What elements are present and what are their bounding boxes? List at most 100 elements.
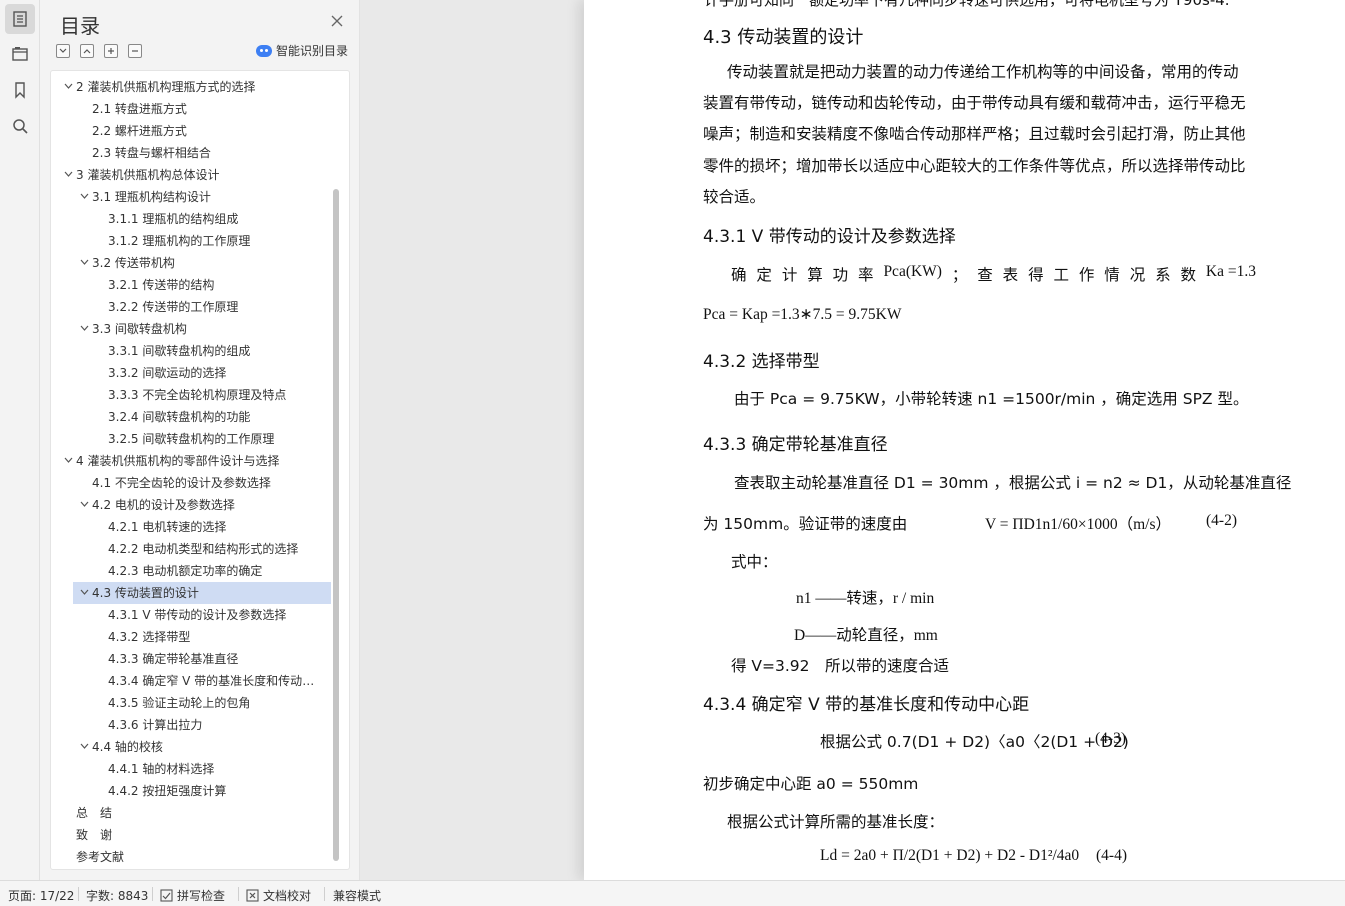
- toc-item-label: 4.3.5 验证主动轮上的包角: [108, 696, 251, 710]
- toc-item-label: 4.3.2 选择带型: [108, 630, 191, 644]
- heading-4-3-2: 4.3.2 选择带型: [703, 352, 820, 372]
- chevron-up-icon: [83, 49, 91, 54]
- toc-item[interactable]: 3.2.4 间歇转盘机构的功能: [51, 406, 331, 428]
- toc-item[interactable]: 3.3.3 不完全齿轮机构原理及特点: [51, 384, 331, 406]
- toc-item-label: 2.3 转盘与螺杆相结合: [92, 146, 211, 160]
- calc-token: Pca(KW): [883, 263, 942, 280]
- proofread-button[interactable]: 文档校对: [246, 887, 311, 904]
- chevron-down-icon[interactable]: [80, 259, 89, 266]
- divider: [78, 887, 79, 901]
- formula-number: (4-2): [1206, 512, 1237, 529]
- spell-check-label: 拼写检查: [177, 889, 226, 903]
- toc-item[interactable]: 3.2 传送带机构: [51, 252, 331, 274]
- calc-token: 查: [977, 266, 993, 284]
- toc-item[interactable]: 3.1 理瓶机构结构设计: [51, 186, 331, 208]
- chevron-down-icon[interactable]: [64, 171, 73, 178]
- toc-item[interactable]: 4.4.2 按扭矩强度计算: [51, 780, 331, 802]
- toc-item[interactable]: 3.3.1 间歇转盘机构的组成: [51, 340, 331, 362]
- add-level-button[interactable]: [104, 44, 118, 58]
- calc-token: 作: [1078, 266, 1095, 284]
- toc-item-label: 4.4.2 按扭矩强度计算: [108, 784, 227, 798]
- toc-item[interactable]: 3.2.5 间歇转盘机构的工作原理: [51, 428, 331, 450]
- chevron-down-icon[interactable]: [80, 589, 89, 596]
- chevron-down-icon[interactable]: [80, 193, 89, 200]
- toc-item[interactable]: 2.2 螺杆进瓶方式: [51, 120, 331, 142]
- expand-up-button[interactable]: [80, 44, 94, 58]
- toc-item[interactable]: 4.3.3 确定带轮基准直径: [51, 648, 331, 670]
- toc-item-label: 4.3.6 计算出拉力: [108, 718, 203, 732]
- toc-item[interactable]: 2.1 转盘进瓶方式: [51, 98, 331, 120]
- page-counter[interactable]: 页面: 17/22: [8, 887, 74, 904]
- plus-icon: [108, 48, 114, 54]
- heading-4-3-1: 4.3.1 V 带传动的设计及参数选择: [703, 227, 956, 247]
- minus-icon: [132, 50, 138, 52]
- toc-item-label: 3.1 理瓶机构结构设计: [92, 190, 211, 204]
- toc-item[interactable]: 4.3.2 选择带型: [51, 626, 331, 648]
- calc-token: 确: [731, 266, 747, 284]
- toc-item[interactable]: 2 灌装机供瓶机构理瓶方式的选择: [51, 76, 331, 98]
- formula-number: (4-3): [1095, 730, 1126, 747]
- toc-item[interactable]: 4.3.5 验证主动轮上的包角: [51, 692, 331, 714]
- toc-list: 2 灌装机供瓶机构理瓶方式的选择 2.1 转盘进瓶方式 2.2 螺杆进瓶方式 2.3 …: [50, 70, 350, 870]
- toc-item[interactable]: 4.2.1 电机转速的选择: [51, 516, 331, 538]
- toc-item-label: 2.1 转盘进瓶方式: [92, 102, 187, 116]
- toc-item[interactable]: 4.2.2 电动机类型和结构形式的选择: [51, 538, 331, 560]
- spell-check-button[interactable]: 拼写检查: [160, 887, 225, 904]
- cut-off-line: 计手册可知同一额定功率下有几种同步转速可供选用，可将电机型号为 Y90s-4.: [704, 0, 1230, 9]
- toc-item[interactable]: 4.2 电机的设计及参数选择: [51, 494, 331, 516]
- chevron-down-icon[interactable]: [64, 83, 73, 90]
- collapse-all-button[interactable]: [56, 44, 70, 58]
- formula-4-3: 根据公式 0.7(D1 + D2)〈a0〈2(D1 + D2): [820, 733, 1129, 751]
- word-count[interactable]: 字数: 8843: [86, 887, 148, 904]
- toc-item[interactable]: 4.2.3 电动机额定功率的确定: [51, 560, 331, 582]
- toc-item[interactable]: 2.3 转盘与螺杆相结合: [51, 142, 331, 164]
- toc-item[interactable]: 致 谢: [51, 824, 331, 846]
- para-line: 传动装置就是把动力装置的动力传递给工作机构等的中间设备，常用的传动: [727, 63, 1239, 81]
- divider: [324, 887, 325, 901]
- toc-item[interactable]: 参考文献: [51, 846, 331, 868]
- toc-item-label: 3.2.1 传送带的结构: [108, 278, 215, 292]
- toc-item[interactable]: 4.4.1 轴的材料选择: [51, 758, 331, 780]
- toc-item-label: 3.1.1 理瓶机的结构组成: [108, 212, 239, 226]
- toc-item-label: 致 谢: [76, 828, 113, 842]
- chevron-down-icon[interactable]: [80, 743, 89, 750]
- toc-item[interactable]: 4.3.6 计算出拉力: [51, 714, 331, 736]
- calc-token: 算: [807, 266, 823, 284]
- heading-4-3-3: 4.3.3 确定带轮基准直径: [703, 435, 888, 455]
- proofread-label: 文档校对: [263, 889, 312, 903]
- toc-item-label: 4.2.3 电动机额定功率的确定: [108, 564, 263, 578]
- calc-power-line: 确定计算功率 Pca(KW) ； 查表得工作情况系数 Ka =1.3: [731, 263, 1256, 285]
- toc-item[interactable]: 4.4 轴的校核: [51, 736, 331, 758]
- toc-item[interactable]: 3.3.2 间歇运动的选择: [51, 362, 331, 384]
- smart-toc-button[interactable]: 智能识别目录: [256, 42, 348, 59]
- chevron-down-icon[interactable]: [80, 501, 89, 508]
- toc-item[interactable]: 总 结: [51, 802, 331, 824]
- toc-item[interactable]: 4.3 传动装置的设计: [73, 582, 331, 604]
- toc-panel-icon[interactable]: [5, 4, 35, 34]
- toc-item[interactable]: 3.1.2 理瓶机构的工作原理: [51, 230, 331, 252]
- toc-scrollbar[interactable]: [333, 189, 339, 861]
- calc-token: 计: [781, 266, 798, 284]
- select-type-line: 由于 Pca = 9.75KW，小带轮转速 n1 =1500r/min ，确定选…: [734, 390, 1249, 408]
- close-icon[interactable]: [330, 14, 344, 28]
- toc-item-label: 3.2 传送带机构: [92, 256, 175, 270]
- toc-item[interactable]: 3.1.1 理瓶机的结构组成: [51, 208, 331, 230]
- compat-mode[interactable]: 兼容模式: [333, 887, 381, 904]
- toc-item[interactable]: 3.2.1 传送带的结构: [51, 274, 331, 296]
- toc-item[interactable]: 3 灌装机供瓶机构总体设计: [51, 164, 331, 186]
- toc-item[interactable]: 4.3.4 确定窄 V 带的基准长度和传动中心距: [51, 670, 331, 692]
- status-bar: 页面: 17/22 字数: 8843 拼写检查 文档校对 兼容模式: [0, 880, 1345, 906]
- navigation-pane-icon[interactable]: [5, 39, 35, 69]
- chevron-down-icon[interactable]: [64, 457, 73, 464]
- toc-item[interactable]: 3.3 间歇转盘机构: [51, 318, 331, 340]
- remove-level-button[interactable]: [128, 44, 142, 58]
- search-icon[interactable]: [5, 111, 35, 141]
- para-line: 较合适。: [703, 188, 766, 206]
- n1-definition: n1 ——转速，r / min: [796, 590, 935, 607]
- toc-item[interactable]: 4 灌装机供瓶机构的零部件设计与选择: [51, 450, 331, 472]
- toc-item[interactable]: 3.2.2 传送带的工作原理: [51, 296, 331, 318]
- toc-item[interactable]: 4.1 不完全齿轮的设计及参数选择: [51, 472, 331, 494]
- bookmark-icon[interactable]: [5, 75, 35, 105]
- toc-item[interactable]: 4.3.1 V 带传动的设计及参数选择: [51, 604, 331, 626]
- chevron-down-icon[interactable]: [80, 325, 89, 332]
